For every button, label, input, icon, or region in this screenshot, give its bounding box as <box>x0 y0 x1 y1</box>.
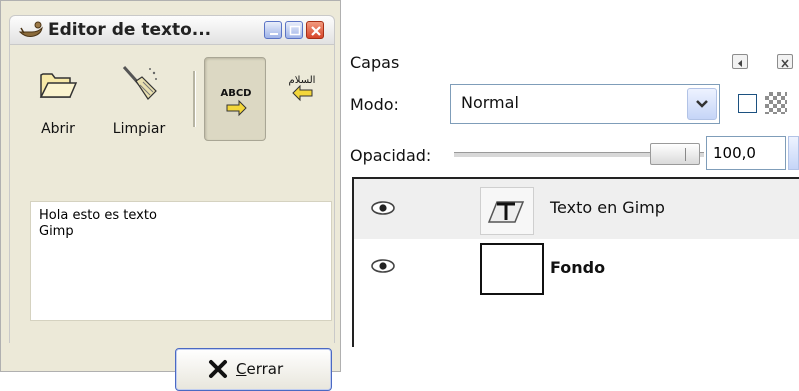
dock-close-button[interactable] <box>777 54 793 69</box>
minimize-button[interactable] <box>264 21 282 39</box>
title-bar[interactable]: Editor de texto... <box>9 15 335 45</box>
dock-menu-button[interactable] <box>732 54 748 69</box>
svg-text:ABCD: ABCD <box>220 88 251 99</box>
lock-alpha-icon <box>765 92 787 114</box>
broom-icon <box>122 66 157 100</box>
maximize-icon <box>289 25 301 36</box>
layer-row-fondo[interactable]: Fondo <box>354 241 799 301</box>
rtl-direction-button[interactable]: السلام <box>276 67 328 117</box>
lock-alpha-checkbox[interactable] <box>738 94 757 113</box>
layers-list: Texto en Gimp Fondo <box>352 177 799 347</box>
rtl-text-icon: السلام <box>289 75 316 102</box>
close-dialog-button[interactable]: Cerrar <box>175 348 332 391</box>
minimize-icon <box>270 33 278 35</box>
opacity-slider-thumb[interactable] <box>650 143 700 165</box>
ltr-text-icon: ABCD <box>220 88 252 117</box>
layer-name: Texto en Gimp <box>550 198 665 217</box>
window-close-button[interactable] <box>306 21 324 39</box>
toolbar-separator <box>193 71 196 127</box>
layers-panel: Capas Modo: Normal Opacidad: 100,0 Texto… <box>342 40 799 372</box>
open-label: Abrir <box>41 121 75 137</box>
opacity-slider[interactable] <box>454 143 704 167</box>
mode-value: Normal <box>461 93 519 112</box>
ltr-direction-toggle[interactable]: ABCD <box>204 57 266 141</box>
text-layer-icon <box>487 201 525 223</box>
mode-label: Modo: <box>350 95 399 114</box>
background-layer-thumbnail <box>480 243 544 295</box>
text-editor-window: Editor de texto... Abrir Limpiar ABCD ال… <box>0 0 341 391</box>
opacity-label: Opacidad: <box>350 146 432 165</box>
text-layer-thumbnail <box>480 187 534 235</box>
close-label: Cerrar <box>236 360 284 378</box>
text-input-area[interactable]: Hola esto es texto Gimp <box>30 201 332 321</box>
window-title: Editor de texto... <box>48 20 212 40</box>
layer-row-text[interactable]: Texto en Gimp <box>354 179 799 239</box>
eye-icon[interactable] <box>370 258 396 274</box>
x-icon <box>209 360 227 378</box>
layers-title: Capas <box>350 53 400 72</box>
mode-dropdown-button[interactable] <box>687 88 717 120</box>
chevron-down-icon <box>696 100 708 108</box>
clear-label: Limpiar <box>112 121 166 137</box>
folder-open-icon <box>39 73 78 98</box>
svg-text:السلام: السلام <box>289 75 316 86</box>
layer-name: Fondo <box>550 258 606 277</box>
close-icon <box>311 26 321 36</box>
opacity-spinner[interactable] <box>788 136 799 170</box>
editor-client-area: Abrir Limpiar ABCD السلام Hola esto es t… <box>9 45 335 391</box>
dock-arrow-icon <box>738 60 742 67</box>
gimp-logo-icon <box>18 21 43 37</box>
close-icon <box>781 59 789 68</box>
maximize-button[interactable] <box>285 21 303 39</box>
mode-select[interactable]: Normal <box>450 84 720 124</box>
eye-icon[interactable] <box>370 200 396 216</box>
opacity-input[interactable]: 100,0 <box>706 136 786 170</box>
